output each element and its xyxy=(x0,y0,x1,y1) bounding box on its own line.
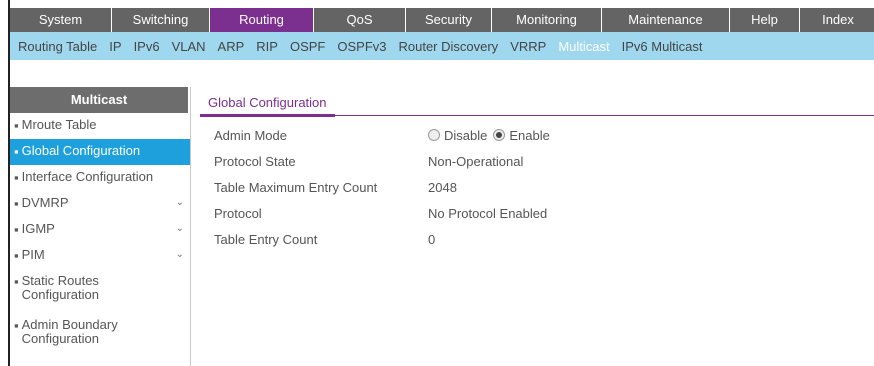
subnav-routing-table[interactable]: Routing Table xyxy=(10,39,103,54)
row-admin-mode: Admin Mode Disable Enable xyxy=(214,125,556,145)
radio-disable[interactable] xyxy=(428,129,440,141)
tab-qos[interactable]: QoS xyxy=(314,8,406,32)
table-max-label: Table Maximum Entry Count xyxy=(214,179,378,195)
sidebar-item-dvmrp[interactable]: ▪ DVMRP ⌄ xyxy=(10,191,190,217)
subnav-ospfv3[interactable]: OSPFv3 xyxy=(331,39,392,54)
content-panel: Global Configuration Admin Mode Disable … xyxy=(200,87,874,247)
row-table-entry: Table Entry Count 0 xyxy=(214,229,435,249)
subnav-ospf[interactable]: OSPF xyxy=(284,39,331,54)
table-entry-value: 0 xyxy=(428,231,436,247)
tab-routing[interactable]: Routing xyxy=(210,8,314,32)
chevron-down-icon[interactable]: ⌄ xyxy=(176,197,184,208)
app-frame: System Switching Routing QoS Security Mo… xyxy=(8,0,874,366)
sidebar-item-interface-configuration[interactable]: ▪ Interface Configuration xyxy=(10,165,190,191)
tab-switching[interactable]: Switching xyxy=(112,8,210,32)
sidebar-item-igmp[interactable]: ▪ IGMP ⌄ xyxy=(10,217,190,243)
chevron-down-icon[interactable]: ⌄ xyxy=(176,223,184,234)
sidebar: Multicast ▪ Mroute Table ▪ Global Configur… xyxy=(10,87,191,366)
subnav-ip[interactable]: IP xyxy=(103,39,127,54)
top-nav: System Switching Routing QoS Security Mo… xyxy=(10,8,874,32)
subnav-ipv6[interactable]: IPv6 xyxy=(128,39,166,54)
subnav-vlan[interactable]: VLAN xyxy=(166,39,212,54)
subnav-ipv6-multicast[interactable]: IPv6 Multicast xyxy=(616,39,709,54)
row-protocol: Protocol No Protocol Enabled xyxy=(214,203,547,223)
radio-disable-label[interactable]: Disable xyxy=(444,128,487,143)
subnav-vrrp[interactable]: VRRP xyxy=(504,39,552,54)
table-entry-label: Table Entry Count xyxy=(214,231,318,247)
sidebar-title: Multicast xyxy=(10,87,188,113)
sidebar-item-admin-boundary-configuration[interactable]: ▪ Admin Boundary Configuration xyxy=(10,313,140,357)
subnav-arp[interactable]: ARP xyxy=(212,39,251,54)
tab-security[interactable]: Security xyxy=(406,8,492,32)
radio-enable[interactable] xyxy=(493,129,506,141)
protocol-value: No Protocol Enabled xyxy=(428,205,548,221)
admin-mode-label: Admin Mode xyxy=(214,127,287,143)
sidebar-item-static-routes-configuration[interactable]: ▪ Static Routes Configuration xyxy=(10,269,140,313)
table-max-value: 2048 xyxy=(428,179,457,195)
protocol-state-label: Protocol State xyxy=(214,153,296,169)
chevron-down-icon[interactable]: ⌄ xyxy=(176,249,184,260)
subnav-router-discovery[interactable]: Router Discovery xyxy=(392,39,504,54)
sub-nav: Routing Table IP IPv6 VLAN ARP RIP OSPF … xyxy=(10,32,874,60)
subnav-multicast[interactable]: Multicast xyxy=(552,39,615,54)
row-table-max: Table Maximum Entry Count 2048 xyxy=(214,177,457,197)
protocol-state-value: Non-Operational xyxy=(428,153,524,169)
radio-enable-label[interactable]: Enable xyxy=(509,128,549,143)
tab-global-configuration[interactable]: Global Configuration xyxy=(200,91,335,117)
tab-maintenance[interactable]: Maintenance xyxy=(602,8,730,32)
tab-help[interactable]: Help xyxy=(730,8,800,32)
row-protocol-state: Protocol State Non-Operational xyxy=(214,151,523,171)
tab-index[interactable]: Index xyxy=(800,8,874,32)
content-tabbar: Global Configuration xyxy=(200,87,874,117)
sidebar-item-mroute-table[interactable]: ▪ Mroute Table xyxy=(10,113,190,139)
sidebar-item-global-configuration[interactable]: ▪ Global Configuration xyxy=(10,139,190,165)
subnav-rip[interactable]: RIP xyxy=(250,39,284,54)
tab-monitoring[interactable]: Monitoring xyxy=(492,8,602,32)
tab-system[interactable]: System xyxy=(10,8,112,32)
sidebar-item-pim[interactable]: ▪ PIM ⌄ xyxy=(10,243,190,269)
protocol-label: Protocol xyxy=(214,205,262,221)
